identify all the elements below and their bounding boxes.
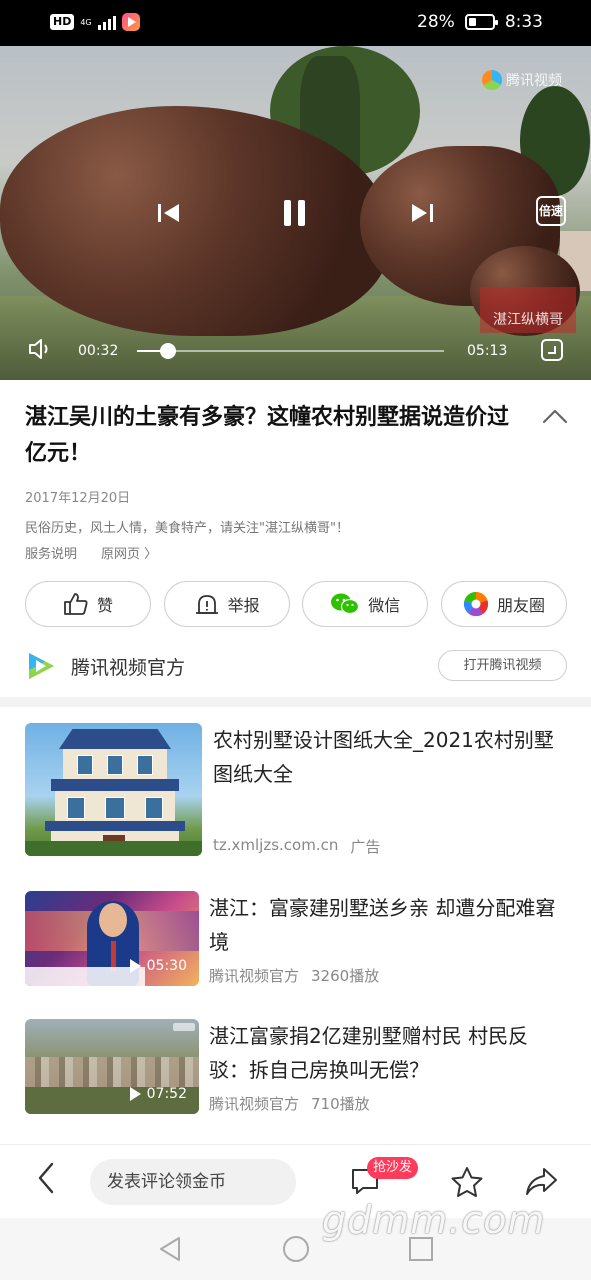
channel-name[interactable]: 腾讯视频官方	[71, 653, 185, 680]
village-roofs-shape	[25, 1057, 199, 1087]
open-app-button[interactable]: 打开腾讯视频	[438, 650, 567, 681]
house-illustration	[25, 723, 202, 856]
house-window	[145, 797, 163, 819]
volume-icon[interactable]	[28, 338, 52, 364]
channel-row: 腾讯视频官方 打开腾讯视频	[25, 650, 567, 682]
pause-icon[interactable]	[284, 200, 306, 226]
section-divider	[0, 697, 591, 707]
share-wechat-button[interactable]: 微信	[302, 581, 429, 627]
status-right: 28% 8:33	[417, 12, 543, 32]
feed-source: 腾讯视频官方	[209, 1095, 300, 1113]
list-item[interactable]: 05:30 湛江：富豪建别墅送乡亲 却遭分配难窘境 腾讯视频官方 3260播放	[25, 891, 567, 987]
duration-text: 07:52	[146, 1086, 187, 1102]
video-thumbnail: 05:30	[25, 891, 199, 986]
house-roof	[45, 821, 185, 831]
clock: 8:33	[504, 12, 543, 32]
service-info-link[interactable]: 服务说明	[25, 543, 77, 562]
feed-plays: 710播放	[311, 1095, 370, 1113]
back-arrow-icon[interactable]	[36, 1161, 56, 1199]
report-icon	[194, 592, 220, 616]
moments-icon	[463, 591, 489, 617]
fullscreen-icon[interactable]	[541, 339, 563, 361]
report-button[interactable]: 举报	[163, 581, 290, 627]
video-duration: 05:30	[129, 958, 187, 974]
favorite-star-icon[interactable]	[450, 1166, 484, 1202]
next-icon[interactable]	[410, 202, 434, 228]
comment-input[interactable]: 发表评论领金币	[90, 1159, 296, 1205]
hd-badge: HD	[50, 14, 75, 30]
house-window	[137, 755, 153, 775]
nav-home-icon[interactable]	[282, 1235, 310, 1267]
publish-date: 2017年12月20日	[25, 491, 131, 506]
feed-meta: 腾讯视频官方 710播放	[209, 1093, 370, 1114]
thumbs-up-icon	[63, 592, 89, 616]
house-window	[67, 797, 85, 819]
status-bar: HD 4G 28% 8:33	[0, 0, 591, 46]
video-description: 民俗历史，风土人情，美食特产，请关注"湛江纵横哥"！	[25, 521, 349, 536]
signal-icon	[97, 14, 116, 30]
hedge-shape	[25, 841, 202, 856]
feed-title: 湛江富豪捐2亿建别墅赠村民 村民反驳：拆自己房换叫无偿？	[209, 1024, 529, 1082]
app-notification-icon	[121, 13, 140, 31]
moments-label: 朋友圈	[496, 596, 545, 615]
video-title: 湛江吴川的土豪有多豪？这幢农村别墅据说造价过亿元！	[25, 405, 510, 466]
video-thumbnail: 07:52	[25, 1019, 199, 1114]
share-icon[interactable]	[524, 1166, 558, 1202]
chevron-up-icon[interactable]	[542, 408, 568, 428]
original-page-link[interactable]: 原网页 〉	[101, 543, 157, 562]
progress-knob[interactable]	[159, 343, 176, 359]
lower-third-shape	[25, 967, 145, 986]
wechat-icon	[330, 592, 360, 616]
video-watermark: 腾讯视频	[506, 73, 562, 89]
current-time: 00:32	[78, 343, 119, 359]
house-window	[77, 755, 93, 775]
battery-percent: 28%	[417, 12, 455, 32]
house-roof	[59, 729, 171, 749]
anchor-face-shape	[99, 903, 127, 937]
video-player[interactable]: 腾讯视频 倍速 湛江纵横哥 00:32 05:13	[0, 46, 591, 380]
feed-meta: 腾讯视频官方 3260播放	[209, 965, 379, 986]
nav-back-icon[interactable]	[158, 1236, 182, 1266]
sofa-badge: 抢沙发	[367, 1157, 419, 1179]
like-label: 赞	[96, 596, 113, 615]
playback-speed-button[interactable]: 倍速	[536, 196, 566, 226]
status-left: HD 4G	[50, 13, 140, 31]
meta-links: 服务说明 原网页 〉	[25, 543, 157, 562]
house-window	[105, 797, 125, 819]
thumb-logo-shape	[173, 1023, 195, 1031]
ad-badge: 广告	[350, 838, 381, 856]
feed-meta: tz.xmljzs.com.cn 广告	[213, 836, 380, 857]
tencent-video-logo-icon	[482, 70, 502, 90]
channel-stamp-text: 湛江纵横哥	[493, 312, 563, 328]
ad-thumbnail	[25, 723, 202, 856]
video-duration: 07:52	[129, 1086, 187, 1102]
duration-text: 05:30	[146, 958, 187, 974]
previous-icon[interactable]	[157, 202, 181, 228]
battery-icon	[464, 14, 498, 30]
share-moments-button[interactable]: 朋友圈	[440, 581, 567, 627]
ad-source: tz.xmljzs.com.cn	[213, 836, 339, 854]
wechat-label: 微信	[368, 596, 401, 615]
progress-bar[interactable]	[137, 343, 444, 359]
network-label: 4G	[80, 17, 92, 27]
feed-title: 湛江：富豪建别墅送乡亲 却遭分配难窘境	[209, 896, 556, 954]
tencent-video-logo-icon	[25, 650, 57, 682]
feed-title: 农村别墅设计图纸大全_2021农村别墅图纸大全	[213, 728, 554, 786]
list-item[interactable]: 07:52 湛江富豪捐2亿建别墅赠村民 村民反驳：拆自己房换叫无偿？ 腾讯视频官…	[25, 1019, 567, 1115]
list-item[interactable]: 农村别墅设计图纸大全_2021农村别墅图纸大全 tz.xmljzs.com.cn…	[25, 723, 567, 857]
feed-plays: 3260播放	[311, 967, 380, 985]
channel-stamp: 湛江纵横哥	[480, 287, 576, 333]
site-watermark: gdmm.com	[322, 1198, 546, 1242]
total-time: 05:13	[467, 343, 508, 359]
report-label: 举报	[227, 596, 260, 615]
house-roof	[51, 779, 179, 791]
feed-source: 腾讯视频官方	[209, 967, 300, 985]
house-window	[107, 755, 123, 775]
action-row: 赞 举报 微信 朋友圈	[25, 581, 567, 627]
like-button[interactable]: 赞	[25, 581, 151, 627]
